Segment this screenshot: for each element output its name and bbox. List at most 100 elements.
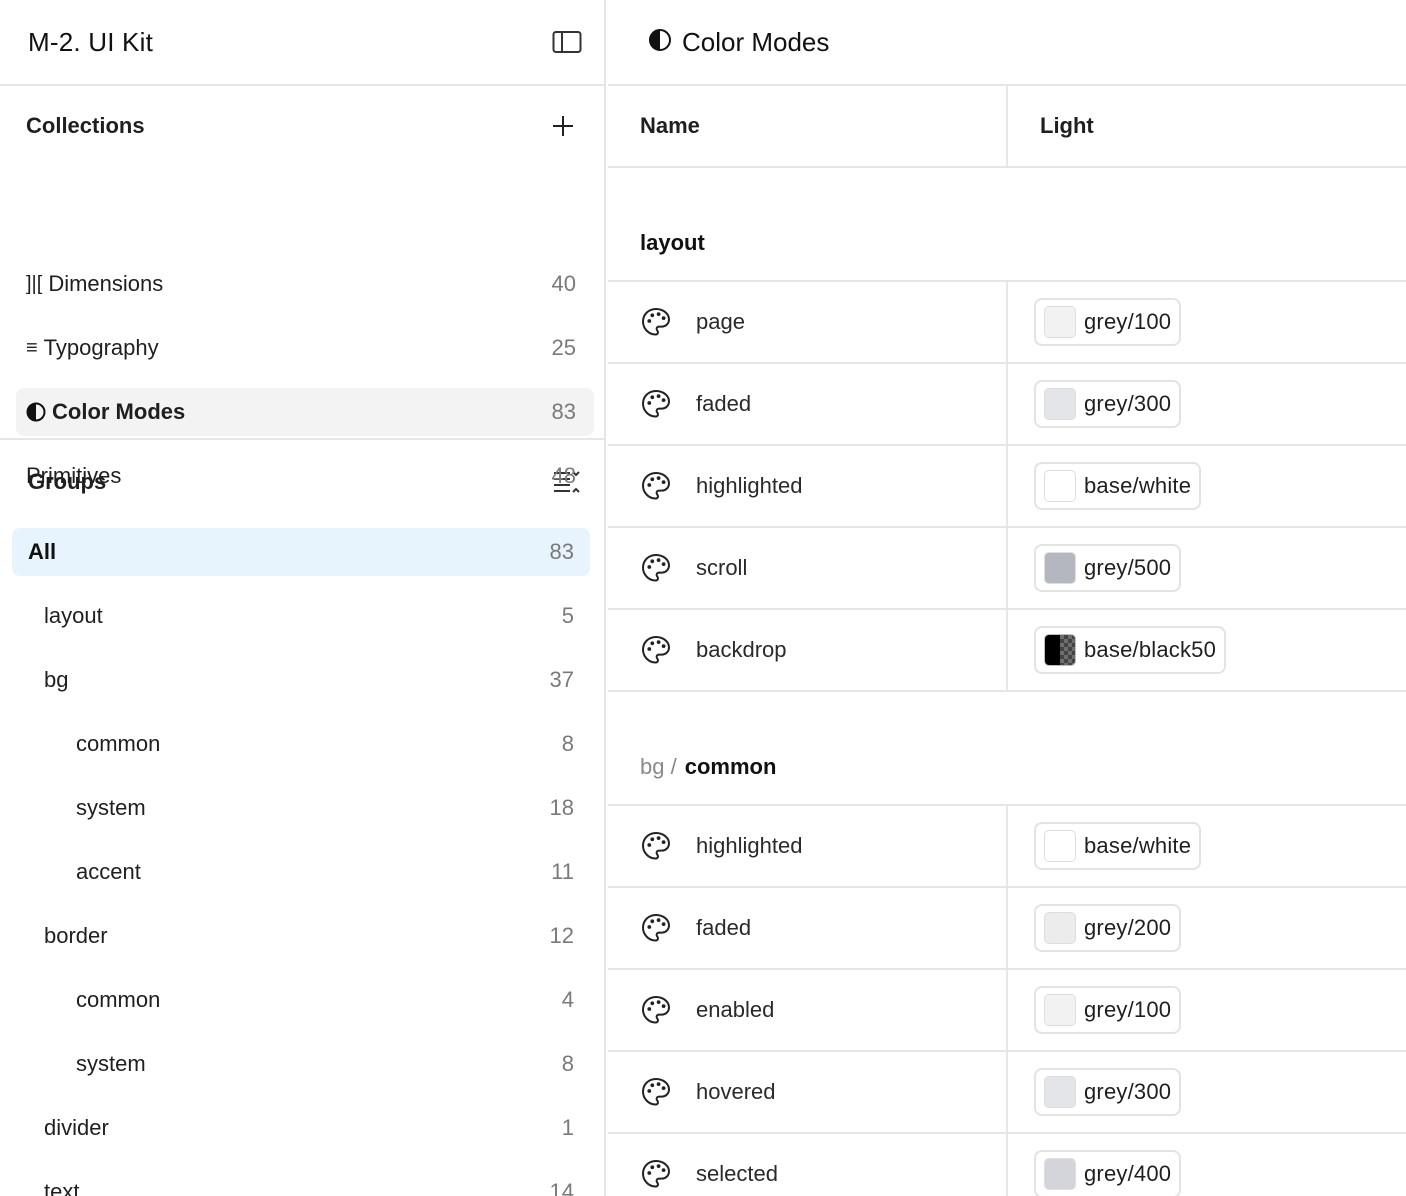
collection-item-dimensions[interactable]: ]|[Dimensions 40	[16, 260, 594, 308]
color-value-chip[interactable]: base/white	[1034, 462, 1202, 510]
variable-name-cell[interactable]: scroll	[608, 528, 1008, 608]
table-row: hovered grey/300	[608, 1052, 1406, 1134]
variable-name: hovered	[696, 1079, 776, 1104]
group-label: system	[76, 795, 146, 820]
group-count: 14	[549, 1179, 574, 1196]
group-count: 11	[551, 859, 574, 884]
column-header-name[interactable]: Name	[608, 86, 1008, 166]
color-value-chip[interactable]: grey/100	[1034, 986, 1182, 1034]
variable-name: highlighted	[696, 833, 803, 858]
color-value-chip[interactable]: grey/300	[1034, 1068, 1182, 1116]
color-value-label: base/white	[1084, 473, 1192, 498]
collection-label: ]|[Dimensions	[26, 271, 164, 296]
group-count: 5	[561, 603, 574, 628]
group-item-all[interactable]: All 83	[12, 528, 590, 576]
value-cell: grey/300	[1008, 364, 1182, 444]
value-cell: grey/500	[1008, 528, 1182, 608]
group-item-layout[interactable]: layout 5	[12, 592, 590, 640]
table-row: faded grey/300	[608, 364, 1406, 446]
color-value-chip[interactable]: base/black50	[1034, 626, 1227, 674]
group-label: bg	[44, 667, 69, 692]
group-label: accent	[76, 859, 141, 884]
variable-name-cell[interactable]: hovered	[608, 1052, 1008, 1132]
color-swatch	[1044, 830, 1076, 862]
table-row: highlighted base/white	[608, 446, 1406, 528]
variable-name: page	[696, 309, 745, 334]
group-item-border-system[interactable]: system 8	[12, 1040, 590, 1088]
collection-item-color-modes[interactable]: Color Modes 83	[16, 388, 594, 436]
group-item-divider[interactable]: divider 1	[12, 1104, 590, 1152]
variable-name-cell[interactable]: enabled	[608, 970, 1008, 1050]
color-value-chip[interactable]: base/white	[1034, 822, 1202, 870]
variable-name-cell[interactable]: page	[608, 282, 1008, 362]
value-cell: base/black50	[1008, 610, 1227, 690]
collection-count: 83	[551, 399, 576, 424]
color-value-chip[interactable]: grey/100	[1034, 298, 1182, 346]
sidebar: M-2. UI Kit Collections ]|[Dimensions 40…	[0, 0, 606, 1196]
collection-count: 25	[551, 335, 576, 360]
table-row: page grey/100	[608, 282, 1406, 364]
variable-name-cell[interactable]: faded	[608, 364, 1008, 444]
color-value-label: base/black50	[1084, 637, 1217, 662]
column-header-light[interactable]: Light	[1008, 86, 1094, 166]
palette-icon	[640, 830, 672, 862]
section-header-layout: layout	[608, 168, 1406, 282]
plus-icon	[553, 116, 573, 136]
collections-title: Collections	[26, 113, 145, 138]
variable-name: faded	[696, 391, 752, 416]
color-value-chip[interactable]: grey/300	[1034, 380, 1182, 428]
table-row: highlighted base/white	[608, 806, 1406, 888]
color-swatch	[1044, 1076, 1076, 1108]
color-swatch	[1044, 994, 1076, 1026]
collection-item-primitives[interactable]: Primitives 48	[16, 452, 594, 500]
group-item-bg[interactable]: bg 37	[12, 656, 590, 704]
color-value-chip[interactable]: grey/200	[1034, 904, 1182, 952]
value-cell: grey/300	[1008, 1052, 1182, 1132]
variable-name-cell[interactable]: faded	[608, 888, 1008, 968]
group-count: 18	[549, 795, 574, 820]
group-item-bg-system[interactable]: system 18	[12, 784, 590, 832]
section-path-prefix: bg /	[640, 754, 677, 779]
group-item-text[interactable]: text 14	[12, 1168, 590, 1196]
palette-icon	[640, 994, 672, 1026]
group-label: common	[76, 987, 161, 1012]
color-value-chip[interactable]: grey/400	[1034, 1150, 1182, 1196]
group-item-bg-common[interactable]: common 8	[12, 720, 590, 768]
variable-name-cell[interactable]: selected	[608, 1134, 1008, 1196]
value-cell: base/white	[1008, 446, 1202, 526]
group-count: 12	[549, 923, 574, 948]
palette-icon	[640, 912, 672, 944]
group-item-bg-accent[interactable]: accent 11	[12, 848, 590, 896]
sidebar-header: M-2. UI Kit	[0, 0, 604, 86]
palette-icon	[640, 470, 672, 502]
color-value-label: base/white	[1084, 833, 1192, 858]
page-title: Color Modes	[682, 26, 830, 57]
group-count: 4	[561, 987, 574, 1012]
variable-name-cell[interactable]: backdrop	[608, 610, 1008, 690]
color-swatch	[1044, 552, 1076, 584]
palette-icon	[640, 1076, 672, 1108]
color-swatch	[1044, 388, 1076, 420]
color-swatch	[1044, 470, 1076, 502]
group-item-border-common[interactable]: common 4	[12, 976, 590, 1024]
color-value-label: grey/100	[1084, 997, 1172, 1022]
color-value-chip[interactable]: grey/500	[1034, 544, 1182, 592]
toggle-sidebar-icon[interactable]	[550, 25, 584, 59]
palette-icon	[640, 388, 672, 420]
variable-name: backdrop	[696, 637, 787, 662]
variable-name-cell[interactable]: highlighted	[608, 806, 1008, 886]
main-header: Color Modes	[608, 0, 1406, 86]
group-label: common	[76, 731, 161, 756]
color-swatch-transparent	[1044, 634, 1076, 666]
group-item-border[interactable]: border 12	[12, 912, 590, 960]
add-collection-button[interactable]	[548, 111, 578, 141]
group-count: 8	[561, 1051, 574, 1076]
collection-item-typography[interactable]: ≡ Typography 25	[16, 324, 594, 372]
table-row: faded grey/200	[608, 888, 1406, 970]
color-swatch	[1044, 912, 1076, 944]
color-value-label: grey/100	[1084, 309, 1172, 334]
variable-name-cell[interactable]: highlighted	[608, 446, 1008, 526]
value-cell: base/white	[1008, 806, 1202, 886]
value-cell: grey/100	[1008, 282, 1182, 362]
collection-label: ≡ Typography	[26, 335, 159, 360]
